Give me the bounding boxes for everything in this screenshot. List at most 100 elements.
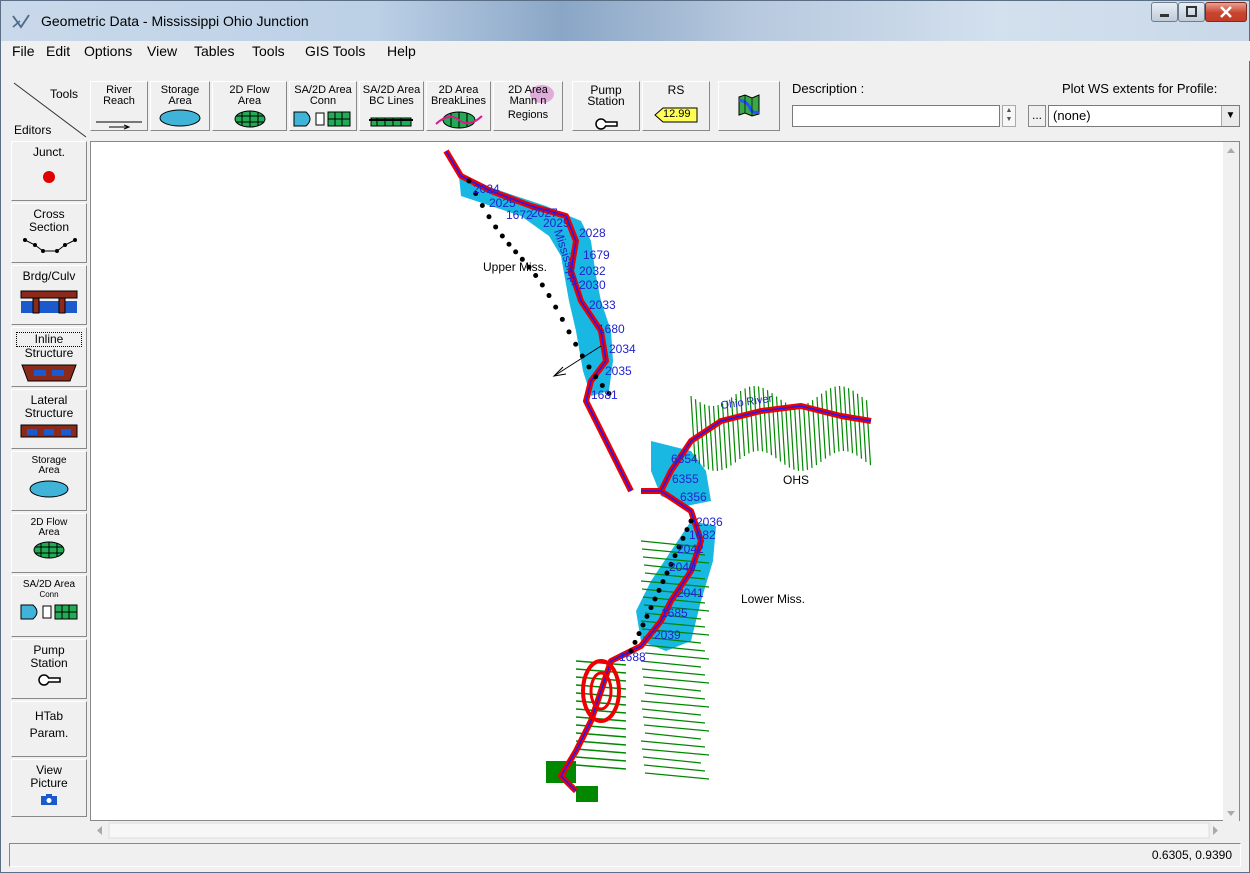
- breaklines-label-2: BreakLines: [430, 95, 487, 107]
- rs-tool-button[interactable]: RS 12.99: [642, 81, 710, 131]
- xs-node: [636, 631, 642, 637]
- station-label: 1680: [598, 322, 625, 336]
- inline-structure-label: Inline: [16, 332, 82, 347]
- cross-section-line: [575, 724, 627, 730]
- status-bar: 0.6305, 0.9390: [9, 843, 1241, 867]
- description-label: Description :: [792, 81, 865, 96]
- cross-section-line: [807, 402, 813, 468]
- geometry-map-canvas[interactable]: 2024 2025 1672 2027 2029 2028 1679 2032 2030 2033…: [90, 141, 1240, 821]
- storage-area-tool-button[interactable]: Storage Area: [150, 81, 210, 131]
- junction-label: Junct.: [32, 145, 65, 159]
- manning-regions-tool-button[interactable]: 2D Area Mann n Regions: [493, 81, 563, 131]
- station-label: 1688: [619, 650, 646, 664]
- cross-section-icon: [23, 238, 77, 253]
- description-spinner[interactable]: ▲ ▼: [1002, 105, 1016, 127]
- cross-section-line: [644, 772, 710, 780]
- sa-2d-bc-lines-tool-button[interactable]: SA/2D Area BC Lines: [359, 81, 424, 131]
- menu-gis-tools[interactable]: GIS Tools: [305, 43, 365, 59]
- junction-editor-button[interactable]: Junct.: [11, 141, 87, 201]
- 2d-flow-area-label-2: Area: [237, 95, 262, 107]
- station-label: 2029: [543, 216, 570, 230]
- station-label: 2036: [696, 515, 723, 529]
- station-label: 1682: [689, 528, 716, 542]
- river-network-map[interactable]: 2024202516722027202920281679203220302033…: [91, 142, 1223, 820]
- 2d-flow-area-editor-button[interactable]: 2D Flow Area: [11, 513, 87, 573]
- xs-node: [466, 178, 472, 184]
- river-reach-tool-button[interactable]: River Reach: [90, 81, 148, 131]
- horizontal-scrollbar[interactable]: [91, 822, 1223, 839]
- inline-structure-icon: [21, 364, 77, 382]
- station-label: 2032: [579, 264, 606, 278]
- cross-section-line: [793, 405, 800, 471]
- xs-node: [479, 203, 485, 209]
- view-picture-editor-button[interactable]: View Picture: [11, 759, 87, 817]
- xs-node: [486, 214, 492, 220]
- sa-2d-conn-editor-icon: [20, 604, 78, 620]
- menu-file[interactable]: File: [12, 43, 35, 59]
- 2d-flow-area-tool-button[interactable]: 2D Flow Area: [212, 81, 287, 131]
- description-ellipsis-button[interactable]: ...: [1028, 105, 1046, 127]
- cross-section-line: [798, 405, 804, 471]
- menu-tables[interactable]: Tables: [194, 43, 234, 59]
- cross-section-line: [784, 402, 791, 468]
- pump-editor-icon: [38, 674, 61, 686]
- menu-tools[interactable]: Tools: [252, 43, 285, 59]
- cross-section-line: [642, 756, 702, 764]
- inline-structure-editor-button[interactable]: Inline Structure: [11, 327, 87, 387]
- close-button[interactable]: [1205, 2, 1247, 22]
- pump-station-editor-button[interactable]: Pump Station: [11, 639, 87, 699]
- plot-ws-profile-select[interactable]: (none) ▼: [1048, 105, 1240, 127]
- xs-node: [640, 622, 646, 628]
- menu-options[interactable]: Options: [84, 43, 132, 59]
- 2d-flow-grid-icon: [234, 110, 265, 128]
- storage-area-editor-button[interactable]: Storage Area: [11, 451, 87, 511]
- cross-section-line: [642, 676, 710, 684]
- station-label: 1672: [506, 208, 533, 222]
- sa-2d-conn-editor-label-2: Conn: [39, 590, 59, 599]
- station-label: 2035: [605, 364, 632, 378]
- cross-section-editor-button[interactable]: Cross Section: [11, 203, 87, 263]
- sa-2d-conn-editor-label: SA/2D Area: [22, 579, 76, 590]
- xs-node: [499, 233, 505, 239]
- station-label: 2033: [589, 298, 616, 312]
- lateral-structure-editor-button[interactable]: Lateral Structure: [11, 389, 87, 449]
- menu-help[interactable]: Help: [387, 43, 416, 59]
- bridge-culvert-editor-button[interactable]: Brdg/Culv: [11, 265, 87, 325]
- maximize-button[interactable]: [1178, 2, 1205, 22]
- vertical-scrollbar[interactable]: [1223, 142, 1239, 822]
- station-label: 2028: [579, 226, 606, 240]
- sa-2d-conn-tool-button[interactable]: SA/2D Area Conn: [289, 81, 357, 131]
- 2d-flow-editor-icon: [33, 541, 65, 559]
- menu-view[interactable]: View: [147, 43, 177, 59]
- junction-dot-icon: [43, 171, 55, 183]
- station-label: 2030: [579, 278, 606, 292]
- htab-label-2: Param.: [29, 726, 69, 740]
- rs-badge: 12.99: [663, 108, 691, 120]
- cross-section-line: [802, 404, 809, 470]
- sa-2d-conn-label-2: Conn: [309, 95, 337, 107]
- cross-section-line: [640, 700, 710, 708]
- menu-bar: File Edit Options View Tables Tools GIS …: [2, 41, 1250, 61]
- plot-ws-label: Plot WS extents for Profile:: [1062, 81, 1218, 96]
- plot-ws-value: (none): [1053, 108, 1091, 123]
- station-label: 6354: [671, 452, 698, 466]
- xs-node: [573, 341, 579, 347]
- cross-section-line: [825, 390, 831, 456]
- reach-label-upper: Upper Miss.: [483, 260, 547, 274]
- pump-icon: [595, 118, 618, 130]
- htab-param-editor-button[interactable]: HTab Param.: [11, 701, 87, 757]
- close-icon: [1220, 6, 1232, 18]
- minimize-button[interactable]: [1151, 2, 1178, 22]
- pump-station-tool-button[interactable]: Pump Station: [572, 81, 640, 131]
- xs-node: [559, 316, 565, 322]
- menu-edit[interactable]: Edit: [46, 43, 70, 59]
- title-bar: Geometric Data - Mississippi Ohio Juncti…: [1, 1, 1249, 41]
- background-map-button[interactable]: [718, 81, 780, 131]
- 2d-breaklines-tool-button[interactable]: 2D Area BreakLines: [426, 81, 491, 131]
- cross-section-line: [644, 652, 710, 660]
- sa-2d-conn-editor-button[interactable]: SA/2D Area Conn: [11, 575, 87, 637]
- description-input[interactable]: [792, 105, 1000, 127]
- view-picture-label-2: Picture: [30, 776, 68, 790]
- cross-section-line: [708, 405, 714, 471]
- cross-section-line: [641, 668, 706, 676]
